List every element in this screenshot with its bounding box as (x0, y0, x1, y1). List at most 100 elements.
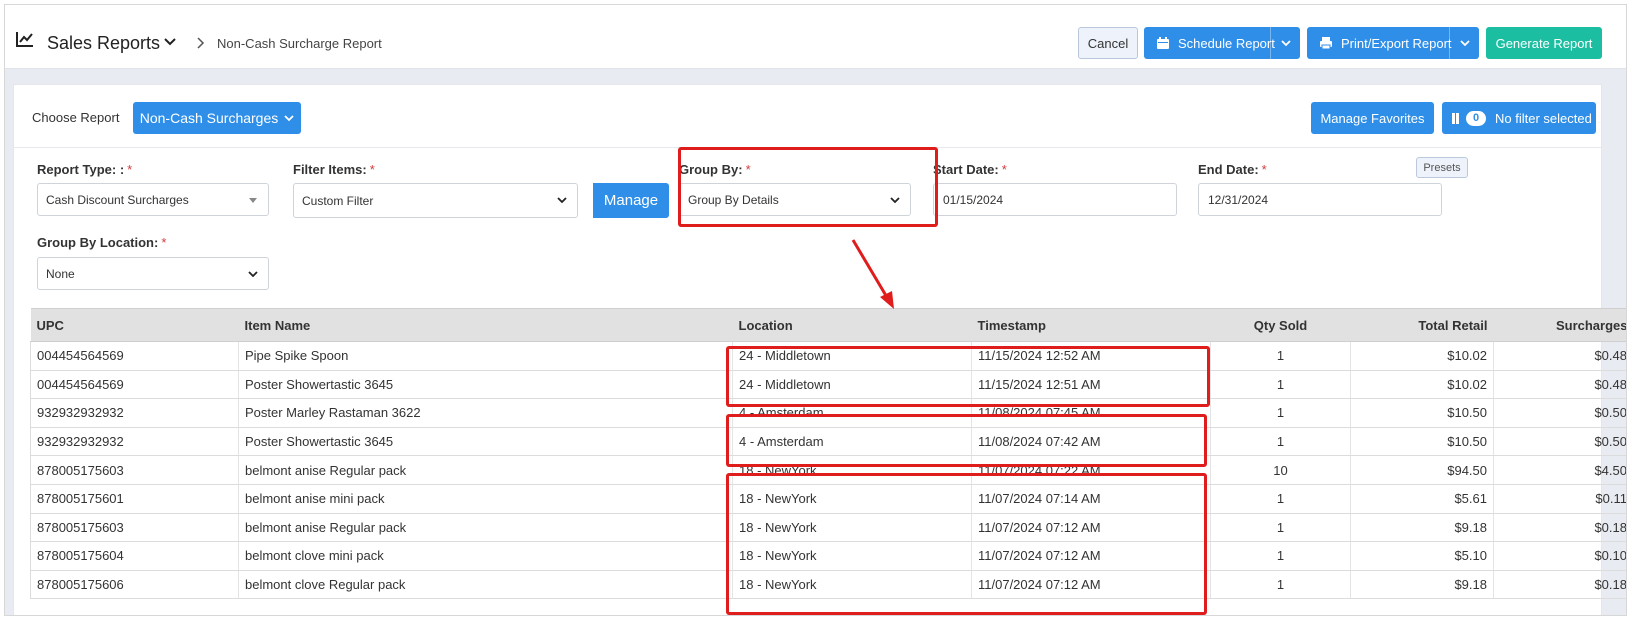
chevron-down-icon (1280, 39, 1291, 46)
print-export-label: Print/Export Report (1341, 35, 1452, 51)
column-header-total-retail[interactable]: Total Retail (1350, 308, 1494, 342)
cell-timestamp: 11/07/2024 07:12 AM (971, 513, 1211, 543)
schedule-report-button[interactable]: Schedule Report (1144, 27, 1300, 59)
chevron-down-icon (557, 197, 567, 204)
report-type-select[interactable]: Cash Discount Surcharges (37, 183, 269, 216)
filter-status-button[interactable]: 0 No filter selected (1442, 102, 1596, 134)
cell-location: 24 - Middletown (732, 341, 972, 371)
cell-surcharges: $4.50 (1493, 455, 1626, 485)
page-title[interactable]: Sales Reports (47, 33, 160, 54)
group-by-select[interactable]: Group By Details (679, 183, 911, 216)
choose-report-value: Non-Cash Surcharges (139, 110, 279, 126)
end-date-label: End Date: * (1198, 162, 1267, 177)
cell-item-name: belmont clove Regular pack (238, 570, 733, 600)
column-header-qty-sold[interactable]: Qty Sold (1210, 308, 1351, 342)
cell-qty-sold: 1 (1210, 370, 1351, 400)
cell-total-retail: $9.18 (1350, 513, 1494, 543)
table-header-row: UPC Item Name Location Timestamp Qty Sol… (30, 308, 1626, 342)
schedule-dropdown-toggle[interactable] (1270, 27, 1300, 59)
report-panel: Choose Report Non-Cash Surcharges Manage… (13, 84, 1626, 615)
cell-total-retail: $10.02 (1350, 341, 1494, 371)
choose-report-dropdown[interactable]: Non-Cash Surcharges (133, 102, 301, 134)
cell-item-name: Poster Marley Rastaman 3622 (238, 398, 733, 428)
cell-location: 18 - NewYork (732, 513, 972, 543)
column-header-item-name[interactable]: Item Name (238, 308, 733, 342)
printer-icon (1320, 37, 1332, 50)
cell-surcharges: $0.11 (1493, 484, 1626, 514)
cell-item-name: belmont anise Regular pack (238, 455, 733, 485)
print-export-button[interactable]: Print/Export Report (1307, 27, 1479, 59)
filter-items-select[interactable]: Custom Filter (293, 183, 578, 218)
cell-timestamp: 11/07/2024 07:12 AM (971, 541, 1211, 571)
table-row: 932932932932 Poster Showertastic 3645 4 … (30, 427, 1626, 457)
chevron-right-icon (197, 37, 205, 49)
cell-total-retail: $10.50 (1350, 427, 1494, 457)
table-row: 878005175606 belmont clove Regular pack … (30, 570, 1626, 600)
column-header-surcharges[interactable]: Surcharges (1493, 308, 1626, 342)
end-date-input[interactable]: 12/31/2024 (1198, 183, 1442, 216)
report-table: UPC Item Name Location Timestamp Qty Sol… (30, 308, 1626, 600)
cell-total-retail: $10.02 (1350, 370, 1494, 400)
filter-icon (1452, 112, 1459, 124)
cell-location: 18 - NewYork (732, 484, 972, 514)
cell-item-name: Poster Showertastic 3645 (238, 370, 733, 400)
cell-qty-sold: 1 (1210, 541, 1351, 571)
cell-upc: 004454564569 (30, 341, 239, 371)
cell-timestamp: 11/08/2024 07:45 AM (971, 398, 1211, 428)
group-by-location-select[interactable]: None (37, 257, 269, 290)
start-date-label: Start Date: * (933, 162, 1007, 177)
cell-qty-sold: 10 (1210, 455, 1351, 485)
cancel-button[interactable]: Cancel (1078, 27, 1138, 59)
cell-timestamp: 11/15/2024 12:51 AM (971, 370, 1211, 400)
caret-down-icon (249, 198, 257, 203)
generate-report-button[interactable]: Generate Report (1486, 27, 1602, 59)
cell-upc: 878005175606 (30, 570, 239, 600)
filter-items-label: Filter Items: * (293, 162, 375, 177)
group-by-location-label: Group By Location: * (37, 235, 167, 250)
cell-surcharges: $0.48 (1493, 370, 1626, 400)
cell-surcharges: $0.18 (1493, 513, 1626, 543)
cell-qty-sold: 1 (1210, 570, 1351, 600)
cell-item-name: belmont anise Regular pack (238, 513, 733, 543)
table-row: 878005175603 belmont anise Regular pack … (30, 513, 1626, 543)
cell-location: 4 - Amsterdam (732, 398, 972, 428)
cell-upc: 878005175603 (30, 513, 239, 543)
cell-surcharges: $0.50 (1493, 427, 1626, 457)
cell-upc: 932932932932 (30, 398, 239, 428)
cell-surcharges: $0.10 (1493, 541, 1626, 571)
cell-item-name: belmont anise mini pack (238, 484, 733, 514)
schedule-report-label: Schedule Report (1178, 35, 1275, 51)
manage-filter-button[interactable]: Manage (593, 183, 669, 218)
filter-status-label: No filter selected (1495, 110, 1592, 126)
cell-upc: 878005175604 (30, 541, 239, 571)
breadcrumb: Non-Cash Surcharge Report (217, 36, 382, 51)
cell-qty-sold: 1 (1210, 341, 1351, 371)
cell-total-retail: $5.10 (1350, 541, 1494, 571)
print-dropdown-toggle[interactable] (1449, 27, 1479, 59)
calendar-icon (1157, 37, 1169, 49)
cell-upc: 004454564569 (30, 370, 239, 400)
manage-favorites-button[interactable]: Manage Favorites (1311, 102, 1434, 134)
group-by-label: Group By: * (679, 162, 751, 177)
cell-upc: 878005175601 (30, 484, 239, 514)
cell-surcharges: $0.50 (1493, 398, 1626, 428)
presets-button[interactable]: Presets (1416, 157, 1468, 178)
table-row: 878005175601 belmont anise mini pack 18 … (30, 484, 1626, 514)
cell-timestamp: 11/07/2024 07:22 AM (971, 455, 1211, 485)
column-header-location[interactable]: Location (732, 308, 972, 342)
column-header-upc[interactable]: UPC (30, 308, 239, 342)
cell-total-retail: $5.61 (1350, 484, 1494, 514)
chevron-down-icon (284, 114, 294, 121)
cell-location: 24 - Middletown (732, 370, 972, 400)
start-date-input[interactable]: 01/15/2024 (933, 183, 1177, 216)
cell-location: 18 - NewYork (732, 455, 972, 485)
cell-qty-sold: 1 (1210, 398, 1351, 428)
chevron-down-icon (890, 197, 900, 204)
column-header-timestamp[interactable]: Timestamp (971, 308, 1211, 342)
line-chart-icon (16, 32, 33, 47)
chevron-down-icon[interactable] (163, 37, 177, 47)
cell-timestamp: 11/07/2024 07:12 AM (971, 570, 1211, 600)
cell-surcharges: $0.48 (1493, 341, 1626, 371)
app-window: Sales Reports Non-Cash Surcharge Report … (4, 4, 1627, 616)
choose-report-label: Choose Report (32, 110, 120, 125)
